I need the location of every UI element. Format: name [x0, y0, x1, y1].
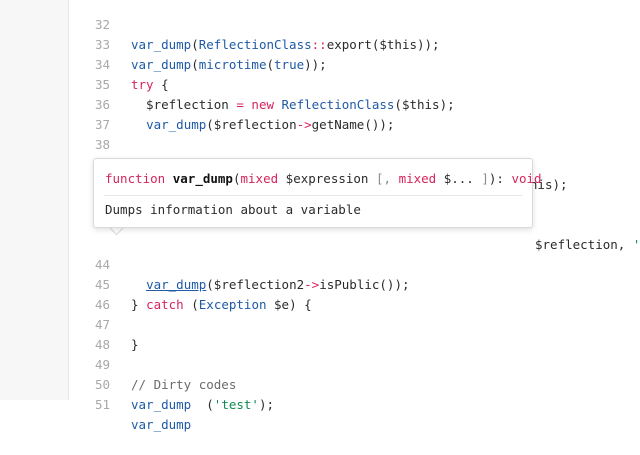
- signature-keyword: function: [105, 171, 166, 186]
- code-line: 35 $reflection = new ReflectionClass($th…: [70, 55, 640, 112]
- signature-param-type: mixed: [398, 171, 437, 186]
- signature-return-type: void: [511, 171, 542, 186]
- signature-param-name: $expression: [278, 171, 376, 186]
- code-line: 34 try {: [70, 35, 640, 92]
- code-line: 39 $reflection = $reflection2 = new Refl…: [70, 135, 640, 192]
- signature-paren-open: (: [232, 171, 241, 186]
- signature-optional-close: ]: [473, 171, 489, 186]
- code-line: 47 }: [70, 295, 640, 352]
- signature-optional-open: [,: [375, 171, 399, 186]
- code-line: 33 var_dump(microtime(true));: [70, 15, 640, 72]
- code-line: 45 } catch (Exception $e) {: [70, 255, 640, 312]
- code-line: 49 // Dirty codes: [70, 335, 640, 392]
- code-text: var_dump ('test');: [131, 397, 275, 412]
- code-line: 36 var_dump($reflection->getName());: [70, 75, 640, 132]
- code-line: 48: [70, 315, 640, 352]
- code-line: 50 var_dump ('test');: [70, 355, 640, 412]
- editor-sidebar: [0, 0, 69, 400]
- function-description: Dumps information about a variable: [105, 202, 361, 217]
- signature-param-type: mixed: [240, 171, 279, 186]
- code-line: 38: [70, 115, 640, 152]
- code-line: 44 var_dump($reflection2->isPublic());: [70, 235, 640, 292]
- code-line: 37: [70, 95, 640, 132]
- tooltip-divider: [104, 195, 522, 196]
- code-line: 46: [70, 275, 640, 312]
- line-number: 51: [94, 397, 110, 412]
- code-line: 51 var_dump: [70, 375, 640, 432]
- code-text: var_dump: [131, 417, 192, 432]
- signature-function-name: var_dump: [172, 171, 233, 186]
- signature-param-name: $...: [436, 171, 474, 186]
- signature-tooltip: function var_dump(mixed $expression [, m…: [93, 158, 542, 228]
- signature-paren-close: ):: [488, 171, 512, 186]
- code-line: 32 var_dump(ReflectionClass::export($thi…: [70, 0, 640, 52]
- function-signature: function var_dump(mixed $expression [, m…: [105, 170, 542, 188]
